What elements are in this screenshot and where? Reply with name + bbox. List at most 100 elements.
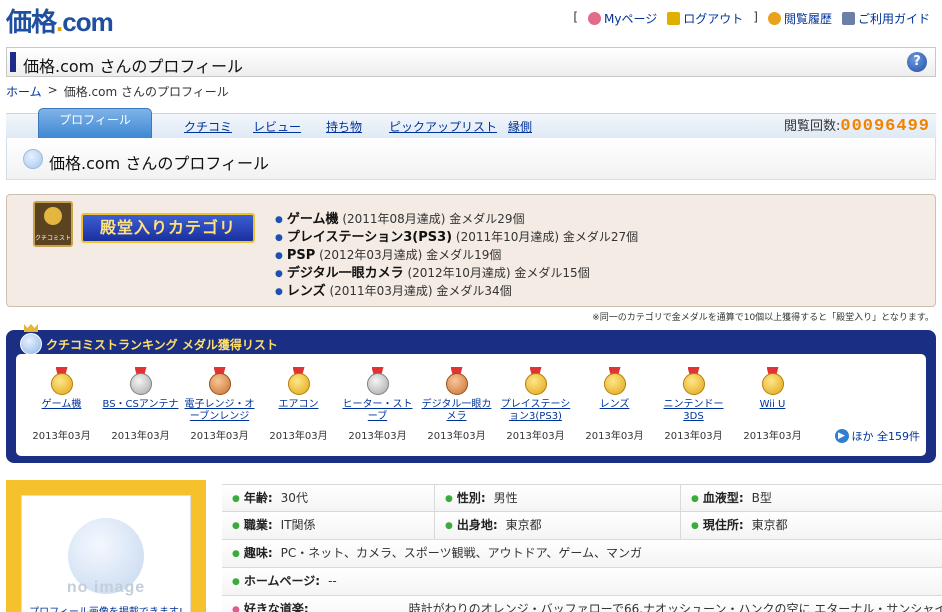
bullet-icon: ●: [232, 605, 240, 612]
medal-category-link[interactable]: デジタル一眼カメラ: [417, 399, 496, 425]
emblem-label: クチコミスト: [35, 235, 72, 242]
my-page-link[interactable]: Myページ: [588, 10, 657, 27]
tab-enkawa[interactable]: 縁側: [508, 118, 532, 135]
history-icon: [767, 12, 781, 25]
hall-of-fame-note: ※同一のカテゴリで金メダルを通算で10個以上獲得すると「殿堂入り」となります。: [592, 313, 934, 323]
medal-item: Wii U 2013年03月: [733, 354, 812, 442]
section-title-bar: 価格.com さんのプロフィール: [6, 138, 936, 180]
bullet-icon: ●: [232, 549, 240, 559]
page-title: 価格.com さんのプロフィール: [23, 57, 244, 76]
silver-medal-icon: [366, 367, 389, 395]
hobby-label: 趣味:: [243, 546, 273, 560]
page-title-bar: 価格.com さんのプロフィール ?: [6, 47, 936, 77]
medal-disc: [50, 373, 73, 395]
fame-detail: (2011年10月達成) 金メダル27個: [455, 230, 639, 244]
gold-medal-icon: [603, 367, 626, 395]
tab-pickup[interactable]: ピックアップリスト: [389, 118, 497, 135]
medal-category-link[interactable]: Wii U: [733, 399, 812, 425]
breadcrumb-separator: >: [47, 83, 58, 97]
medal-date: 2013年03月: [743, 431, 802, 442]
tab-kuchikomi[interactable]: クチコミ: [184, 118, 232, 135]
medal-disc: [445, 373, 468, 395]
gold-medal-icon: [50, 367, 73, 395]
key-icon: [667, 12, 681, 25]
list-item: デジタル一眼カメラ (2012年10月達成) 金メダル15個: [275, 265, 638, 283]
table-row: ● 趣味: PC・ネット、カメラ、スポーツ観戦、アウトドア、ゲーム、マンガ: [222, 540, 942, 568]
fav-label: 好きな道楽:: [243, 602, 309, 612]
breadcrumb-home[interactable]: ホーム: [6, 83, 42, 100]
breadcrumb-current: 価格.com さんのプロフィール: [63, 85, 229, 99]
user-nav: [ Myページ ログアウト ] 閲覧履歴 ご利用ガイド: [573, 10, 930, 27]
guide-icon: [841, 12, 855, 25]
medal-category-link[interactable]: エアコン: [259, 399, 338, 425]
medal-category-link[interactable]: ニンテンドー3DS: [654, 399, 733, 425]
gender-cell: ● 性別: 男性: [434, 485, 680, 511]
homepage-cell: ● ホームページ: --: [222, 568, 942, 595]
medal-category-link[interactable]: 電子レンジ・オーブンレンジ: [180, 399, 259, 425]
view-count-label: 閲覧回数:: [783, 119, 841, 134]
fav-value: 時計がわりのオレンジ・バッファローで66.ナオッシューン・ハンクの空に エターナ…: [408, 602, 942, 612]
medal-item: ヒーター・ストーブ 2013年03月: [338, 354, 417, 442]
table-row: ● 好きな道楽: 時計がわりのオレンジ・バッファローで66.ナオッシューン・ハンクの…: [222, 596, 942, 612]
medal-disc: [366, 373, 389, 395]
more-medals-link[interactable]: ▶ ほか 全159件: [834, 428, 921, 444]
medal-date: 2013年03月: [348, 431, 407, 442]
logout-link[interactable]: ログアウト: [667, 10, 743, 27]
site-logo[interactable]: 価格.com: [6, 2, 114, 39]
medal-ranking-title: クチコミストランキング メダル獲得リスト: [46, 338, 278, 352]
medal-disc: [287, 373, 310, 395]
hall-of-fame-list: ゲーム機 (2011年08月達成) 金メダル29個 プレイステーション3(PS3…: [275, 211, 638, 301]
age-value: 30代: [280, 491, 308, 505]
tab-profile[interactable]: プロフィール: [38, 108, 152, 139]
crown-icon: [44, 207, 62, 225]
help-icon[interactable]: ?: [907, 52, 927, 72]
medal-item: 電子レンジ・オーブンレンジ 2013年03月: [180, 354, 259, 442]
job-value: IT関係: [280, 518, 316, 532]
medal-date: 2013年03月: [32, 431, 91, 442]
history-label: 閲覧履歴: [783, 12, 832, 26]
medal-disc: [208, 373, 231, 395]
bronze-medal-icon: [445, 367, 468, 395]
medal-disc: [524, 373, 547, 395]
medal-date: 2013年03月: [664, 431, 723, 442]
upload-avatar-link[interactable]: プロフィール画像を掲載できます!: [22, 603, 190, 612]
more-medals-label: ほか 全159件: [851, 430, 921, 443]
tab-review[interactable]: レビュー: [253, 118, 301, 135]
list-item: プレイステーション3(PS3) (2011年10月達成) 金メダル27個: [275, 229, 638, 247]
silver-medal-icon: [129, 367, 152, 395]
medal-category-link[interactable]: BS・CSアンテナ: [101, 399, 180, 425]
birthplace-cell: ● 出身地: 東京都: [434, 512, 680, 539]
medal-category-link[interactable]: ゲーム機: [22, 399, 101, 425]
nav-bracket-open: [: [573, 10, 579, 24]
homepage-value: --: [328, 574, 337, 588]
bullet-icon: ●: [691, 494, 699, 504]
section-title: 価格.com さんのプロフィール: [49, 154, 270, 173]
medal-category-link[interactable]: プレイステーション3(PS3): [496, 399, 575, 425]
tab-mochimono[interactable]: 持ち物: [326, 118, 362, 135]
gold-medal-icon: [524, 367, 547, 395]
residence-cell: ● 現住所: 東京都: [680, 512, 942, 539]
hobby-cell: ● 趣味: PC・ネット、カメラ、スポーツ観戦、アウトドア、ゲーム、マンガ: [222, 540, 942, 567]
history-link[interactable]: 閲覧履歴: [767, 10, 832, 27]
fame-detail: (2012年03月達成) 金メダル19個: [319, 248, 502, 262]
avatar[interactable]: no image プロフィール画像を掲載できます!: [21, 495, 191, 612]
medal-date: 2013年03月: [506, 431, 565, 442]
logo-com: com: [62, 7, 113, 37]
fame-category: デジタル一眼カメラ: [286, 266, 404, 281]
birthplace-value: 東京都: [505, 518, 542, 532]
medal-item: プレイステーション3(PS3) 2013年03月: [496, 354, 575, 442]
title-mark: [10, 52, 16, 72]
medal-category-link[interactable]: レンズ: [575, 399, 654, 425]
fame-detail: (2011年03月達成) 金メダル34個: [329, 284, 512, 298]
medal-date: 2013年03月: [190, 431, 249, 442]
bullet-icon: ●: [232, 494, 240, 504]
bronze-medal-icon: [208, 367, 231, 395]
medal-date: 2013年03月: [427, 431, 486, 442]
medal-category-link[interactable]: ヒーター・ストーブ: [338, 399, 417, 425]
gold-medal-icon: [287, 367, 310, 395]
job-label: 職業:: [243, 518, 273, 532]
guide-link[interactable]: ご利用ガイド: [841, 10, 930, 27]
fame-category: ゲーム機: [286, 212, 339, 227]
list-item: レンズ (2011年03月達成) 金メダル34個: [275, 283, 638, 301]
medal-date: 2013年03月: [269, 431, 328, 442]
